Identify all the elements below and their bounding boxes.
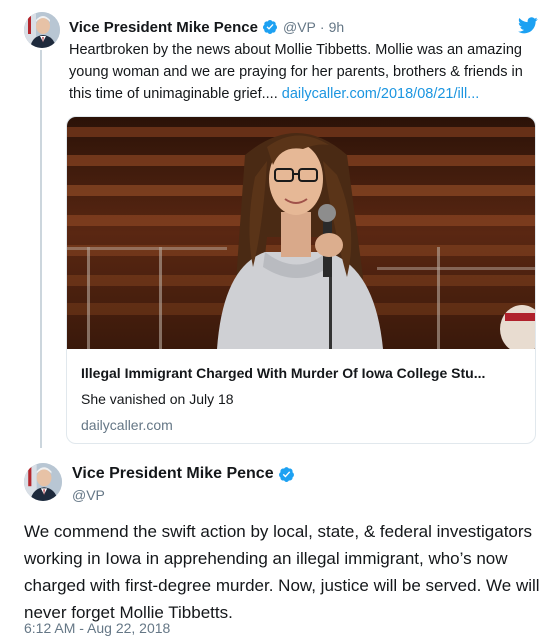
tweet2-name-row: Vice President Mike Pence <box>72 465 295 483</box>
tweet1-link[interactable]: dailycaller.com/2018/08/21/ill... <box>282 86 479 102</box>
card-thumbnail-image <box>67 117 535 349</box>
link-preview-card[interactable]: Illegal Immigrant Charged With Murder Of… <box>66 116 536 444</box>
tweet1-timestamp[interactable]: 9h <box>329 19 345 35</box>
card-domain: dailycaller.com <box>81 417 173 433</box>
tweet2-handle[interactable]: @VP <box>72 487 105 503</box>
tweet1-handle[interactable]: @VP <box>283 19 316 35</box>
thread-connector-line <box>40 50 42 448</box>
tweet1-header: Vice President Mike Pence @VP · 9h <box>69 17 344 37</box>
avatar-photo-icon <box>24 12 60 48</box>
tweet1-dot-separator: · <box>319 19 325 35</box>
twitter-bird-icon[interactable] <box>518 17 538 34</box>
tweet2-author-name[interactable]: Vice President Mike Pence <box>72 465 274 483</box>
verified-badge-icon <box>278 466 295 483</box>
card-title[interactable]: Illegal Immigrant Charged With Murder Of… <box>81 363 521 383</box>
tweet2-timestamp[interactable]: 6:12 AM - Aug 22, 2018 <box>24 620 170 636</box>
tweet2-text: We commend the swift action by local, st… <box>24 522 540 622</box>
tweet1-body: Heartbroken by the news about Mollie Tib… <box>69 39 539 105</box>
tweet1-author-name[interactable]: Vice President Mike Pence <box>69 19 258 36</box>
avatar-photo-icon <box>24 463 62 501</box>
verified-badge-icon <box>262 19 278 35</box>
card-body: Illegal Immigrant Charged With Murder Of… <box>81 363 521 435</box>
tweet1-avatar[interactable] <box>24 12 60 48</box>
tweet2-avatar[interactable] <box>24 463 62 501</box>
card-description: She vanished on July 18 <box>81 391 234 407</box>
